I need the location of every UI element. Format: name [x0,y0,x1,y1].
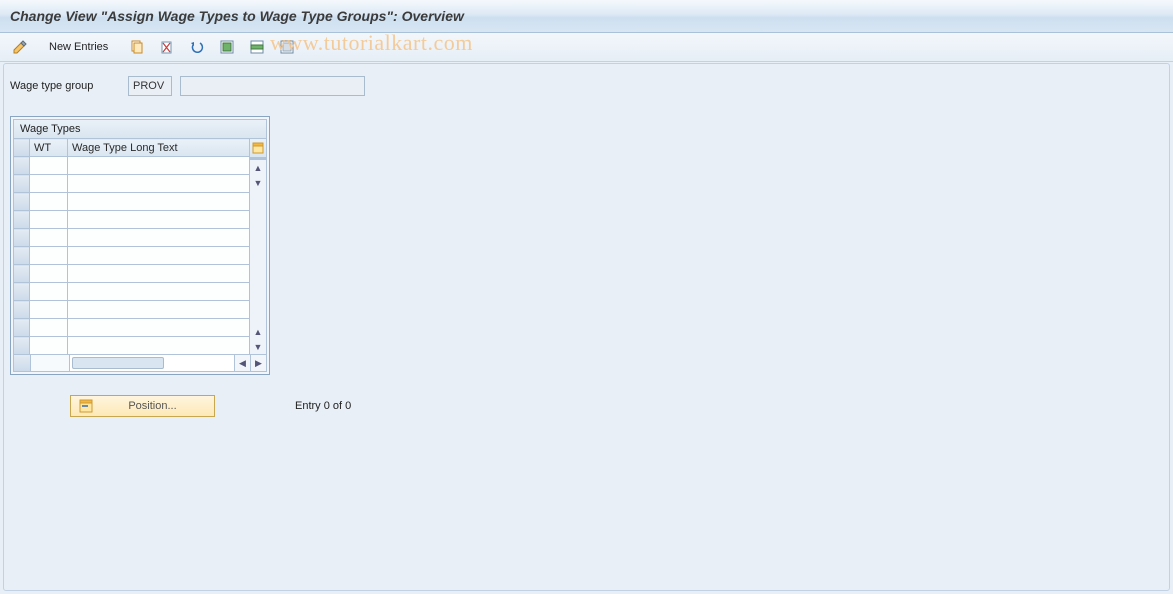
application-toolbar: New Entries [0,33,1173,62]
row-selector[interactable] [14,211,30,229]
table-row[interactable] [14,193,250,211]
copy-icon [129,39,145,55]
new-entries-label: New Entries [49,41,108,53]
cell-long-text[interactable] [68,337,250,355]
scroll-up-step-button[interactable]: ▲ [250,324,266,339]
table-settings-button[interactable] [250,139,266,158]
toggle-display-change-button[interactable] [6,36,34,58]
copy-as-button[interactable] [123,36,151,58]
vertical-scrollbar[interactable]: ▲ ▼ ▲ ▼ [250,159,267,355]
select-block-icon [249,39,265,55]
cell-wt[interactable] [30,337,68,355]
hscroll-thumb[interactable] [72,357,164,369]
wage-type-group-label: Wage type group [10,80,120,92]
wage-types-table[interactable]: WT Wage Type Long Text [13,138,250,355]
row-selector[interactable] [14,337,30,355]
cell-long-text[interactable] [68,211,250,229]
row-selector[interactable] [14,301,30,319]
entry-count-text: Entry 0 of 0 [295,400,351,412]
title-bar: Change View "Assign Wage Types to Wage T… [0,0,1173,33]
page-title: Change View "Assign Wage Types to Wage T… [10,8,464,24]
position-icon [79,399,93,413]
table-row[interactable] [14,337,250,355]
table-row[interactable] [14,247,250,265]
wage-types-panel-title: Wage Types [14,120,266,138]
select-all-icon [219,39,235,55]
table-row[interactable] [14,229,250,247]
position-button-label: Position... [99,400,206,412]
cell-wt[interactable] [30,175,68,193]
wage-type-group-row: Wage type group PROV [10,76,1163,96]
row-selector[interactable] [14,157,30,175]
wage-type-group-code-field: PROV [128,76,172,96]
cell-long-text[interactable] [68,175,250,193]
row-selector[interactable] [14,319,30,337]
hscroll-right-button[interactable]: ▶ [250,355,266,371]
select-block-button[interactable] [243,36,271,58]
cell-long-text[interactable] [68,283,250,301]
cell-wt[interactable] [30,211,68,229]
row-selector[interactable] [14,193,30,211]
content-area: Wage type group PROV Wage Types WT Wage … [0,62,1173,431]
cell-long-text[interactable] [68,229,250,247]
hscroll-spacer [31,355,70,371]
table-row[interactable] [14,157,250,175]
table-footer-row: Position... Entry 0 of 0 [10,395,1163,417]
table-row[interactable] [14,265,250,283]
row-selector-footer [14,355,31,371]
pencil-icon [12,39,28,55]
wage-types-table-panel: Wage Types WT Wage Type Long Text [10,116,270,375]
table-config-strip: ▲ ▼ ▲ ▼ [250,138,267,355]
delete-icon [159,39,175,55]
table-row[interactable] [14,175,250,193]
table-row[interactable] [14,301,250,319]
position-button[interactable]: Position... [70,395,215,417]
row-selector[interactable] [14,229,30,247]
cell-long-text[interactable] [68,319,250,337]
cell-long-text[interactable] [68,265,250,283]
table-row[interactable] [14,283,250,301]
deselect-all-button[interactable] [273,36,301,58]
undo-button[interactable] [183,36,211,58]
column-header-long-text[interactable]: Wage Type Long Text [68,139,250,157]
cell-wt[interactable] [30,319,68,337]
cell-long-text[interactable] [68,301,250,319]
cell-wt[interactable] [30,157,68,175]
table-settings-icon [252,142,264,154]
cell-wt[interactable] [30,247,68,265]
cell-wt[interactable] [30,193,68,211]
cell-long-text[interactable] [68,247,250,265]
undo-icon [189,39,205,55]
hscroll-left-button[interactable]: ◀ [234,355,250,371]
horizontal-scrollbar[interactable]: ◀ ▶ [13,355,267,372]
cell-wt[interactable] [30,283,68,301]
cell-long-text[interactable] [68,193,250,211]
wage-type-group-desc-field [180,76,365,96]
row-selector[interactable] [14,283,30,301]
scroll-down-step-button[interactable]: ▼ [250,175,266,190]
row-selector[interactable] [14,247,30,265]
scroll-up-button[interactable]: ▲ [250,160,266,175]
scroll-track[interactable] [250,190,266,324]
new-entries-button[interactable]: New Entries [42,36,115,58]
scroll-down-button[interactable]: ▼ [250,339,266,354]
cell-wt[interactable] [30,229,68,247]
row-selector[interactable] [14,175,30,193]
row-selector-header[interactable] [14,139,30,157]
hscroll-track[interactable] [70,355,234,371]
column-header-wt[interactable]: WT [30,139,68,157]
row-selector[interactable] [14,265,30,283]
cell-long-text[interactable] [68,157,250,175]
cell-wt[interactable] [30,301,68,319]
table-row[interactable] [14,319,250,337]
table-row[interactable] [14,211,250,229]
cell-wt[interactable] [30,265,68,283]
deselect-all-icon [279,39,295,55]
delete-button[interactable] [153,36,181,58]
select-all-button[interactable] [213,36,241,58]
